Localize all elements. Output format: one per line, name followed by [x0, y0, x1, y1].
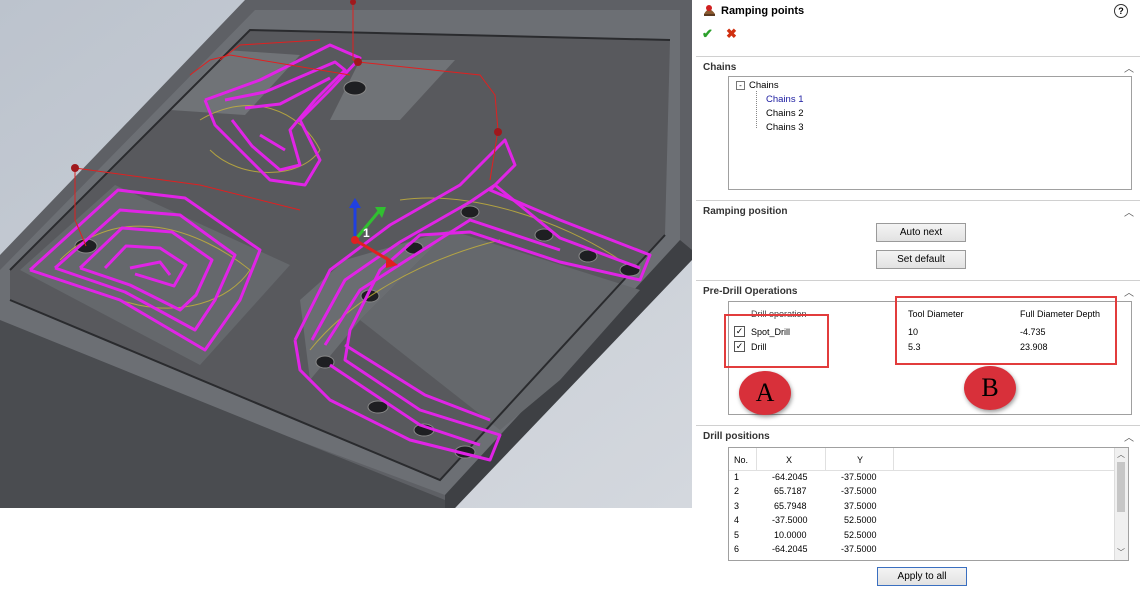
table-row[interactable]: 6 -64.2045 -37.5000 — [729, 544, 1114, 557]
col-divider — [756, 448, 757, 470]
scroll-up-icon[interactable]: ︿ — [1117, 449, 1125, 460]
col-header-no: No. — [734, 455, 749, 465]
annotation-box-b — [895, 296, 1117, 365]
drill-positions-section-header[interactable]: Drill positions ︿ — [696, 425, 1140, 448]
vertical-scrollbar[interactable]: ︿ ﹀ — [1114, 448, 1128, 560]
scrollbar-thumb[interactable] — [1117, 462, 1125, 512]
apply-to-all-button[interactable]: Apply to all — [877, 567, 967, 586]
axis-label: 1 — [363, 226, 370, 240]
cell-y: 37.5000 — [844, 501, 877, 511]
set-default-button[interactable]: Set default — [876, 250, 966, 269]
col-divider — [893, 448, 894, 470]
ramping-points-panel: Ramping points ? ✔ ✖ Chains ︿ - Chains C… — [696, 0, 1140, 589]
chains-section-title: Chains — [703, 62, 737, 73]
cell-x: 10.0000 — [774, 530, 807, 540]
table-header: No. X Y — [729, 448, 1114, 471]
ramping-position-section-header[interactable]: Ramping position ︿ — [696, 200, 1140, 223]
annotation-badge-b: B — [964, 366, 1016, 410]
part-toolpath-render — [0, 0, 692, 508]
cad-viewport[interactable]: 1 — [0, 0, 692, 508]
cell-x: -37.5000 — [772, 515, 808, 525]
annotation-box-a — [724, 314, 829, 368]
cell-no: 2 — [734, 486, 740, 496]
ok-check-icon[interactable]: ✔ — [702, 26, 713, 42]
cancel-x-icon[interactable]: ✖ — [726, 26, 737, 42]
table-row[interactable]: 1 -64.2045 -37.5000 — [729, 472, 1114, 485]
cell-x: 65.7948 — [774, 501, 807, 511]
ramping-position-title: Ramping position — [703, 206, 788, 217]
cell-no: 1 — [734, 472, 740, 482]
chains-tree[interactable]: - Chains Chains 1 Chains 2 Chains 3 — [728, 76, 1132, 190]
ramping-points-icon — [702, 3, 717, 18]
cell-x: -64.2045 — [772, 544, 808, 554]
col-header-x: X — [786, 455, 793, 465]
tree-collapse-icon[interactable]: - — [736, 81, 745, 90]
chevron-up-icon[interactable]: ︿ — [1124, 284, 1134, 299]
cell-y: -37.5000 — [841, 486, 877, 496]
drill-positions-table[interactable]: No. X Y 1 -64.2045 -37.5000 2 65.7187 -3… — [728, 447, 1129, 561]
cell-y: 52.5000 — [844, 515, 877, 525]
panel-title: Ramping points — [721, 5, 805, 17]
tree-item-chains-3[interactable]: Chains 3 — [766, 122, 804, 133]
cell-x: -64.2045 — [772, 472, 808, 482]
auto-next-button[interactable]: Auto next — [876, 223, 966, 242]
cell-no: 5 — [734, 530, 740, 540]
cell-y: -37.5000 — [841, 544, 877, 554]
cell-no: 3 — [734, 501, 740, 511]
chevron-up-icon[interactable]: ︿ — [1124, 204, 1134, 219]
table-row[interactable]: 2 65.7187 -37.5000 — [729, 486, 1114, 499]
table-row[interactable]: 3 65.7948 37.5000 — [729, 501, 1114, 514]
chevron-up-icon[interactable]: ︿ — [1124, 429, 1134, 444]
cell-y: -37.5000 — [841, 472, 877, 482]
predrill-section-title: Pre-Drill Operations — [703, 286, 798, 297]
cell-y: 52.5000 — [844, 530, 877, 540]
cell-x: 65.7187 — [774, 486, 807, 496]
panel-header: Ramping points ? ✔ ✖ — [696, 0, 1140, 44]
table-row[interactable]: 5 10.0000 52.5000 — [729, 530, 1114, 543]
tree-item-chains-2[interactable]: Chains 2 — [766, 108, 804, 119]
scroll-down-icon[interactable]: ﹀ — [1117, 547, 1125, 558]
cell-no: 4 — [734, 515, 740, 525]
chevron-up-icon[interactable]: ︿ — [1124, 60, 1134, 75]
tree-lines — [756, 91, 765, 128]
table-row[interactable]: 4 -37.5000 52.5000 — [729, 515, 1114, 528]
annotation-badge-a: A — [739, 371, 791, 415]
tree-root-chains[interactable]: Chains — [749, 80, 779, 91]
col-header-y: Y — [857, 455, 864, 465]
cell-no: 6 — [734, 544, 740, 554]
drill-positions-title: Drill positions — [703, 431, 770, 442]
tree-item-chains-1[interactable]: Chains 1 — [766, 94, 804, 105]
col-divider — [825, 448, 826, 470]
help-icon[interactable]: ? — [1114, 4, 1128, 18]
